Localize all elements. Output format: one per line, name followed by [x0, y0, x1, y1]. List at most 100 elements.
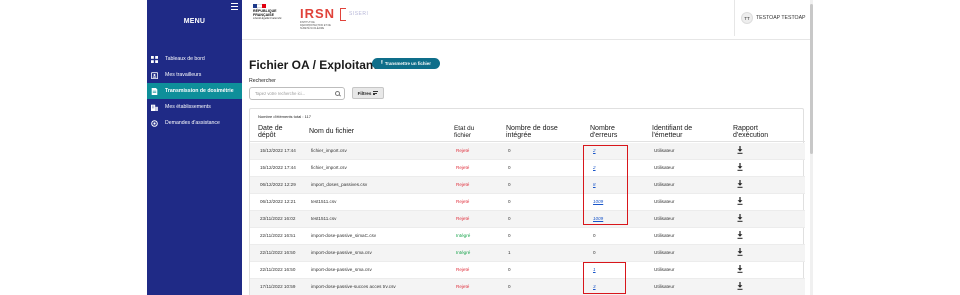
rf-motto: Liberté Égalité Fraternité: [253, 17, 282, 20]
irsn-logo: IRSN: [300, 6, 336, 21]
sidebar-item-label: Demandes d'assistance: [165, 120, 220, 126]
cell-state: Intégré: [456, 233, 471, 238]
files-table: Nombre d'éléments total : 117 Date de dép…: [249, 108, 805, 295]
scrollbar-thumb[interactable]: [810, 4, 813, 154]
cell-state: Rejeté: [456, 267, 470, 272]
french-flag-icon: [253, 4, 266, 8]
filters-label: Filtres: [357, 90, 372, 96]
download-icon[interactable]: [737, 248, 743, 256]
cell-file: fichier_import.csv: [311, 165, 347, 170]
search-input[interactable]: Tapez votre recherche ici...: [249, 87, 345, 100]
republique-francaise-logo: RÉPUBLIQUE FRANÇAISE Liberté Égalité Fra…: [253, 4, 283, 21]
page-scrollbar[interactable]: [810, 0, 813, 295]
total-count: Nombre d'éléments total : 117: [258, 114, 311, 119]
cell-doses: 0: [508, 233, 511, 238]
cell-issuer: Utilisateur: [654, 284, 675, 289]
download-icon[interactable]: [737, 282, 743, 290]
col-date[interactable]: Date de dépôt: [258, 125, 283, 140]
document-icon: [151, 87, 158, 95]
cell-doses: 0: [508, 199, 511, 204]
cell-file: test1511.csv: [311, 199, 337, 204]
table-row: 06/12/2022 12:21 test1511.csv Rejeté 0 1009 U…: [250, 194, 805, 211]
table-row: 15/12/2022 17:44 fichier_import.csv Rejeté…: [250, 160, 805, 177]
search-placeholder: Tapez votre recherche ici...: [255, 91, 306, 96]
sidebar-item-label: Tableaux de bord: [165, 56, 205, 62]
cell-state: Rejeté: [456, 165, 470, 170]
table-row: 23/11/2022 16:02 test1511.csv Rejeté 0 1009 U…: [250, 211, 805, 228]
table-row: 22/11/2022 16:51 import-dose-passive_sima…: [250, 228, 805, 245]
cell-issuer: Utilisateur: [654, 165, 675, 170]
cell-issuer: Utilisateur: [654, 233, 675, 238]
sidebar-item-workers[interactable]: Mes travailleurs: [147, 67, 242, 83]
download-icon[interactable]: [737, 163, 743, 171]
user-menu[interactable]: TT TESTOAP TESTOAP: [734, 0, 810, 36]
table-body: 15/12/2022 17:44 fichier_import.csv Rejeté…: [250, 143, 805, 295]
cell-date: 15/12/2022 17:44: [260, 148, 296, 153]
filters-button[interactable]: Filtres: [352, 87, 384, 99]
main-content: Fichier OA / Exploitant ⭱ Transmettre un…: [242, 41, 810, 295]
col-doses[interactable]: Nombre de dose intégrée: [506, 125, 558, 140]
sidebar-item-dosimetry[interactable]: Transmission de dosimétrie: [147, 83, 242, 99]
cell-state: Rejeté: [456, 284, 470, 289]
cell-state: Rejeté: [456, 148, 470, 153]
upload-icon: ⭱: [381, 59, 383, 66]
highlight-box: [583, 145, 628, 225]
search-icon[interactable]: [335, 91, 340, 96]
table-row: 22/11/2022 16:50 import-dose-passive_sma.…: [250, 245, 805, 262]
cell-file: import-dose-passive_sma.csv: [311, 267, 372, 272]
menu-title: MENU: [183, 18, 206, 25]
cell-doses: 0: [508, 216, 511, 221]
page-title: Fichier OA / Exploitant: [249, 58, 378, 72]
col-errors[interactable]: Nombre d'erreurs: [590, 125, 617, 140]
transmit-file-label: Transmettre un fichier: [384, 61, 431, 66]
transmit-file-button[interactable]: ⭱ Transmettre un fichier: [372, 58, 440, 69]
cell-date: 22/11/2022 16:50: [260, 250, 296, 255]
app-page: MENU Tableaux de bord Mes travailleurs T…: [0, 0, 960, 295]
cell-file: import-dose-passive_simaC.csv: [311, 233, 377, 238]
cell-state: Rejeté: [456, 199, 470, 204]
cell-date: 17/11/2022 10:59: [260, 284, 296, 289]
sidebar-nav: Tableaux de bord Mes travailleurs Transm…: [147, 51, 242, 131]
assistance-icon: [151, 119, 158, 127]
col-file[interactable]: Nom du fichier: [309, 128, 354, 135]
cell-file: fichier_import.csv: [311, 148, 347, 153]
cell-doses: 0: [508, 165, 511, 170]
cell-issuer: Utilisateur: [654, 267, 675, 272]
highlight-box: [583, 262, 626, 294]
cell-doses: 1: [508, 250, 511, 255]
cell-file: test1511.csv: [311, 216, 337, 221]
sidebar-item-dashboards[interactable]: Tableaux de bord: [147, 51, 242, 67]
filter-icon: [373, 90, 379, 95]
table-row: 22/11/2022 16:50 import-dose-passive_sma.…: [250, 262, 805, 279]
cell-issuer: Utilisateur: [654, 250, 675, 255]
col-state[interactable]: Etat du fichier: [454, 125, 474, 140]
cell-date: 15/12/2022 17:44: [260, 165, 296, 170]
table-row: 17/11/2022 10:59 import-dose-passive-succ…: [250, 279, 805, 295]
cell-doses: 0: [508, 182, 511, 187]
cell-doses: 0: [508, 148, 511, 153]
building-icon: [151, 104, 158, 111]
download-icon[interactable]: [737, 180, 743, 188]
col-issuer[interactable]: Identifiant de l'émetteur: [652, 125, 692, 140]
sidebar-item-assistance[interactable]: Demandes d'assistance: [147, 115, 242, 131]
search-label: Rechercher: [249, 78, 276, 84]
download-icon[interactable]: [737, 197, 743, 205]
badge-icon: [151, 71, 158, 79]
download-icon[interactable]: [737, 265, 743, 273]
col-report[interactable]: Rapport d'exécution: [733, 125, 768, 140]
download-icon[interactable]: [737, 214, 743, 222]
cell-state: Rejeté: [456, 182, 470, 187]
cell-issuer: Utilisateur: [654, 182, 675, 187]
cell-doses: 0: [508, 267, 511, 272]
download-icon[interactable]: [737, 231, 743, 239]
sidebar-item-establishments[interactable]: Mes établissements: [147, 99, 242, 115]
cell-errors: 0: [593, 233, 596, 238]
cell-issuer: Utilisateur: [654, 148, 675, 153]
irsn-subtitle: INSTITUT DE RADIOPROTECTION ET DE SÛRETÉ…: [300, 21, 331, 30]
cell-date: 22/11/2022 16:50: [260, 267, 296, 272]
user-name: TESTOAP TESTOAP: [756, 15, 806, 21]
cell-state: Rejeté: [456, 216, 470, 221]
download-icon[interactable]: [737, 146, 743, 154]
hamburger-menu-icon[interactable]: [231, 3, 238, 12]
siseri-logo: SISERI: [349, 11, 369, 17]
